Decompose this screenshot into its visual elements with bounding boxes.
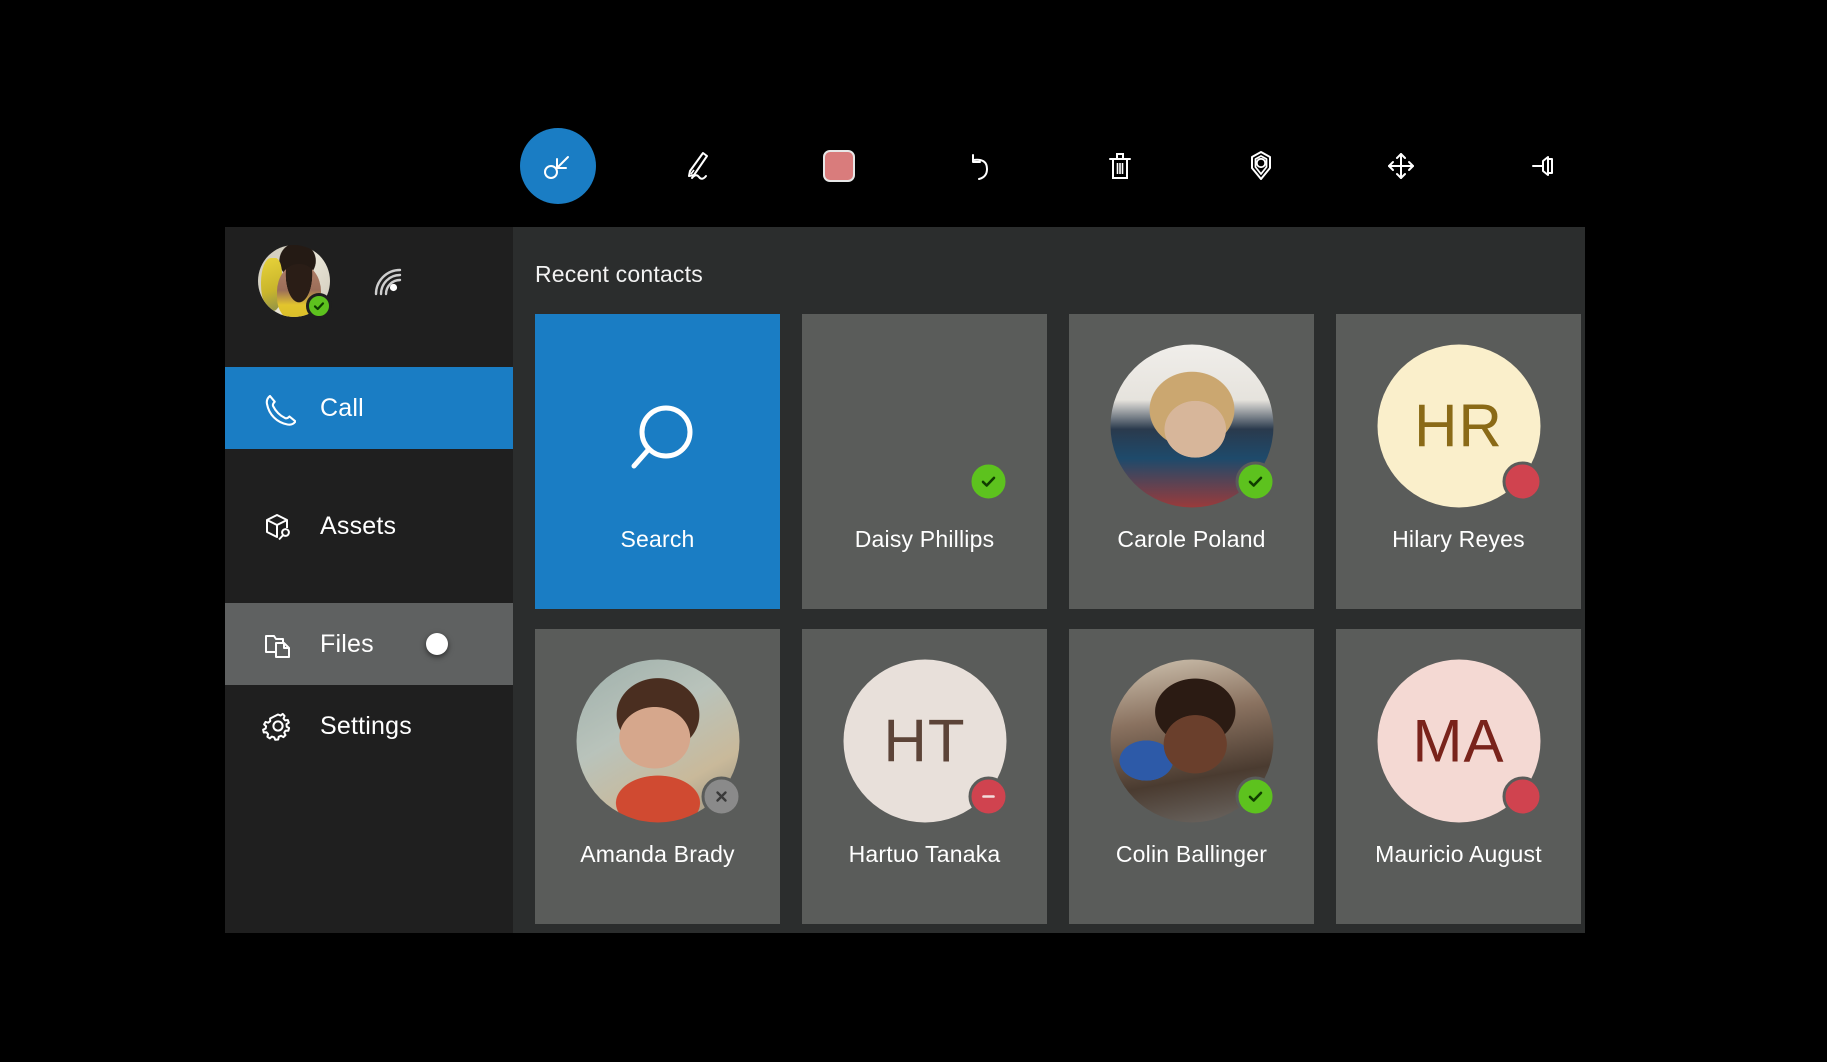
sidebar-item-label: Assets xyxy=(320,512,396,541)
contact-tile[interactable]: Colin Ballinger xyxy=(1069,629,1314,924)
pin-icon xyxy=(1521,145,1563,187)
search-tile-label: Search xyxy=(535,526,780,553)
avatar xyxy=(1110,660,1273,823)
sidebar-item-files[interactable]: Files xyxy=(225,603,513,685)
nav-gap xyxy=(225,449,513,485)
sidebar-nav: Call xyxy=(225,367,513,795)
ink-tool-button[interactable] xyxy=(661,128,737,204)
sidebar-item-label: Files xyxy=(320,630,374,659)
avatar xyxy=(843,345,1006,508)
trash-icon xyxy=(1099,145,1141,187)
undo-tool-button[interactable] xyxy=(942,128,1018,204)
contact-initials: HR xyxy=(1414,392,1503,461)
color-swatch-button[interactable] xyxy=(801,128,877,204)
move-arrows-icon xyxy=(1380,145,1422,187)
avatar xyxy=(576,660,739,823)
content-area: Recent contacts Search xyxy=(513,227,1585,933)
hologram-anchor-icon xyxy=(1239,144,1283,188)
contact-tile[interactable]: Amanda Brady xyxy=(535,629,780,924)
contact-name: Hilary Reyes xyxy=(1336,526,1581,553)
contact-name: Mauricio August xyxy=(1336,841,1581,868)
contact-initials: MA xyxy=(1413,707,1505,776)
current-user-row[interactable] xyxy=(225,227,513,335)
sidebar-item-label: Call xyxy=(320,394,364,423)
check-badge-icon xyxy=(1235,462,1275,502)
delete-tool-button[interactable] xyxy=(1082,128,1158,204)
dnd-minus-icon xyxy=(968,777,1008,817)
sidebar-item-settings[interactable]: Settings xyxy=(225,685,513,767)
pin-tool-button[interactable] xyxy=(1504,128,1580,204)
page-title: Recent contacts xyxy=(535,227,1585,314)
app-stage: Call xyxy=(0,0,1827,1062)
contact-tile[interactable]: Carole Poland xyxy=(1069,314,1314,609)
hand-menu-toolbar xyxy=(520,128,1580,204)
contact-tile[interactable]: MA Mauricio August xyxy=(1336,629,1581,924)
wifi-signal-icon xyxy=(366,260,408,302)
call-app-window: Call xyxy=(225,227,1585,933)
busy-dot-icon xyxy=(1502,462,1542,502)
contact-name: Hartuo Tanaka xyxy=(802,841,1047,868)
contacts-grid: Search Daisy Phillips xyxy=(535,314,1585,924)
cursor-select-icon xyxy=(538,146,578,186)
sidebar: Call xyxy=(225,227,513,933)
undo-arrow-icon xyxy=(959,145,1001,187)
gaze-cursor-dot xyxy=(426,633,448,655)
contact-tile[interactable]: HT Hartuo Tanaka xyxy=(802,629,1047,924)
move-tool-button[interactable] xyxy=(1363,128,1439,204)
contact-initials: HT xyxy=(884,707,966,776)
sidebar-item-call[interactable]: Call xyxy=(225,367,513,449)
search-tile[interactable]: Search xyxy=(535,314,780,609)
nav-gap xyxy=(225,567,513,603)
avatar[interactable] xyxy=(258,245,330,317)
contact-name: Carole Poland xyxy=(1069,526,1314,553)
offline-x-icon xyxy=(701,777,741,817)
sidebar-item-assets[interactable]: Assets xyxy=(225,485,513,567)
folder-file-icon xyxy=(258,624,298,664)
gear-icon xyxy=(258,706,298,746)
avatar: HR xyxy=(1377,345,1540,508)
color-swatch-icon xyxy=(823,150,855,182)
contact-tile[interactable]: HR Hilary Reyes xyxy=(1336,314,1581,609)
check-badge-icon xyxy=(306,293,332,319)
contact-name: Colin Ballinger xyxy=(1069,841,1314,868)
avatar xyxy=(1110,345,1273,508)
contact-name: Amanda Brady xyxy=(535,841,780,868)
avatar: HT xyxy=(843,660,1006,823)
contact-tile[interactable]: Daisy Phillips xyxy=(802,314,1047,609)
signal-dot xyxy=(390,284,397,291)
busy-dot-icon xyxy=(1502,777,1542,817)
phone-icon xyxy=(258,388,298,428)
pen-icon xyxy=(678,145,720,187)
box-wrench-icon xyxy=(258,506,298,546)
anchor-tool-button[interactable] xyxy=(1223,128,1299,204)
contact-name: Daisy Phillips xyxy=(802,526,1047,553)
check-badge-icon xyxy=(968,462,1008,502)
sidebar-item-label: Settings xyxy=(320,712,412,741)
check-badge-icon xyxy=(1235,777,1275,817)
magnifier-icon xyxy=(612,398,704,495)
select-tool-button[interactable] xyxy=(520,128,596,204)
avatar: MA xyxy=(1377,660,1540,823)
